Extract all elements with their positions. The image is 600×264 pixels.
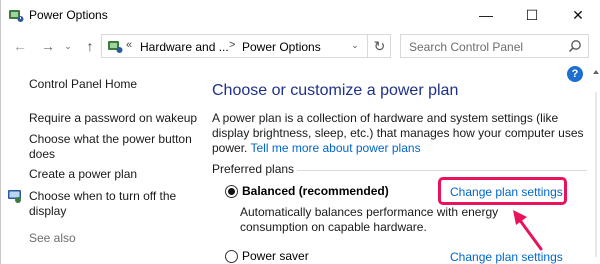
refresh-icon: ↻ — [373, 37, 386, 54]
breadcrumb-power-options[interactable]: Power Options — [242, 40, 321, 54]
recent-locations-button[interactable]: ⌄ — [59, 37, 77, 55]
display-settings-icon — [8, 190, 21, 203]
control-panel-icon — [108, 41, 123, 53]
refresh-button[interactable]: ↻ — [367, 34, 391, 58]
maximize-icon: ☐ — [525, 6, 539, 23]
require-password-link[interactable]: Require a password on wakeup — [29, 111, 199, 126]
page-title: Choose or customize a power plan — [212, 82, 459, 99]
balanced-plan-radio[interactable] — [225, 185, 238, 198]
power-plans-help-link[interactable]: Tell me more about power plans — [250, 141, 420, 155]
power-button-link[interactable]: Choose what the power button does — [29, 132, 194, 162]
overflow-chevron-icon[interactable]: « — [126, 39, 132, 51]
breadcrumb-separator-icon[interactable]: > — [229, 39, 235, 51]
turn-off-display-link[interactable]: Choose when to turn off the display — [29, 189, 179, 219]
forward-button[interactable]: → — [39, 37, 57, 55]
window-title: Power Options — [29, 8, 108, 22]
power-options-window: Power Options — ☐ ✕ ← → ⌄ ↑ « Hardware a… — [0, 0, 600, 264]
vertical-scrollbar[interactable] — [591, 62, 600, 264]
help-icon[interactable]: ? — [567, 66, 583, 82]
power-saver-plan-label[interactable]: Power saver — [242, 249, 309, 263]
balanced-plan-description: Automatically balances performance with … — [240, 205, 499, 234]
minimize-button[interactable]: — — [463, 0, 509, 30]
up-button[interactable]: ↑ — [81, 37, 99, 55]
highlight-box — [438, 177, 567, 205]
back-arrow-icon: ← — [13, 38, 27, 54]
up-arrow-icon: ↑ — [86, 38, 94, 54]
preferred-plans-heading: Preferred plans — [212, 162, 295, 176]
chevron-down-icon: ⌄ — [64, 40, 72, 51]
balanced-plan-label[interactable]: Balanced (recommended) — [242, 184, 389, 198]
power-options-icon — [9, 10, 24, 22]
forward-arrow-icon: → — [41, 38, 55, 54]
title-bar: Power Options — ☐ ✕ — [1, 0, 600, 30]
breadcrumb-hardware[interactable]: Hardware and ... — [140, 40, 229, 54]
address-dropdown-button[interactable]: ⌄ — [347, 34, 363, 56]
search-icon — [568, 40, 581, 53]
search-box[interactable]: Search Control Panel — [400, 34, 589, 58]
back-button[interactable]: ← — [11, 37, 29, 55]
navigation-bar: ← → ⌄ ↑ « Hardware and ... > Power Optio… — [1, 30, 600, 62]
help-glyph: ? — [571, 68, 579, 80]
minimize-icon: — — [479, 7, 493, 23]
search-placeholder: Search Control Panel — [409, 40, 524, 54]
close-button[interactable]: ✕ — [555, 0, 600, 30]
page-description: A power plan is a collection of hardware… — [212, 111, 587, 156]
control-panel-home-link[interactable]: Control Panel Home — [29, 77, 199, 92]
annotation-arrow-icon — [513, 210, 543, 251]
create-power-plan-link[interactable]: Create a power plan — [29, 167, 199, 182]
see-also-heading: See also — [29, 231, 76, 245]
close-icon: ✕ — [572, 6, 584, 23]
section-divider — [297, 170, 587, 171]
chevron-down-icon: ⌄ — [351, 39, 359, 50]
power-saver-plan-radio[interactable] — [225, 250, 238, 263]
maximize-button[interactable]: ☐ — [509, 0, 555, 30]
